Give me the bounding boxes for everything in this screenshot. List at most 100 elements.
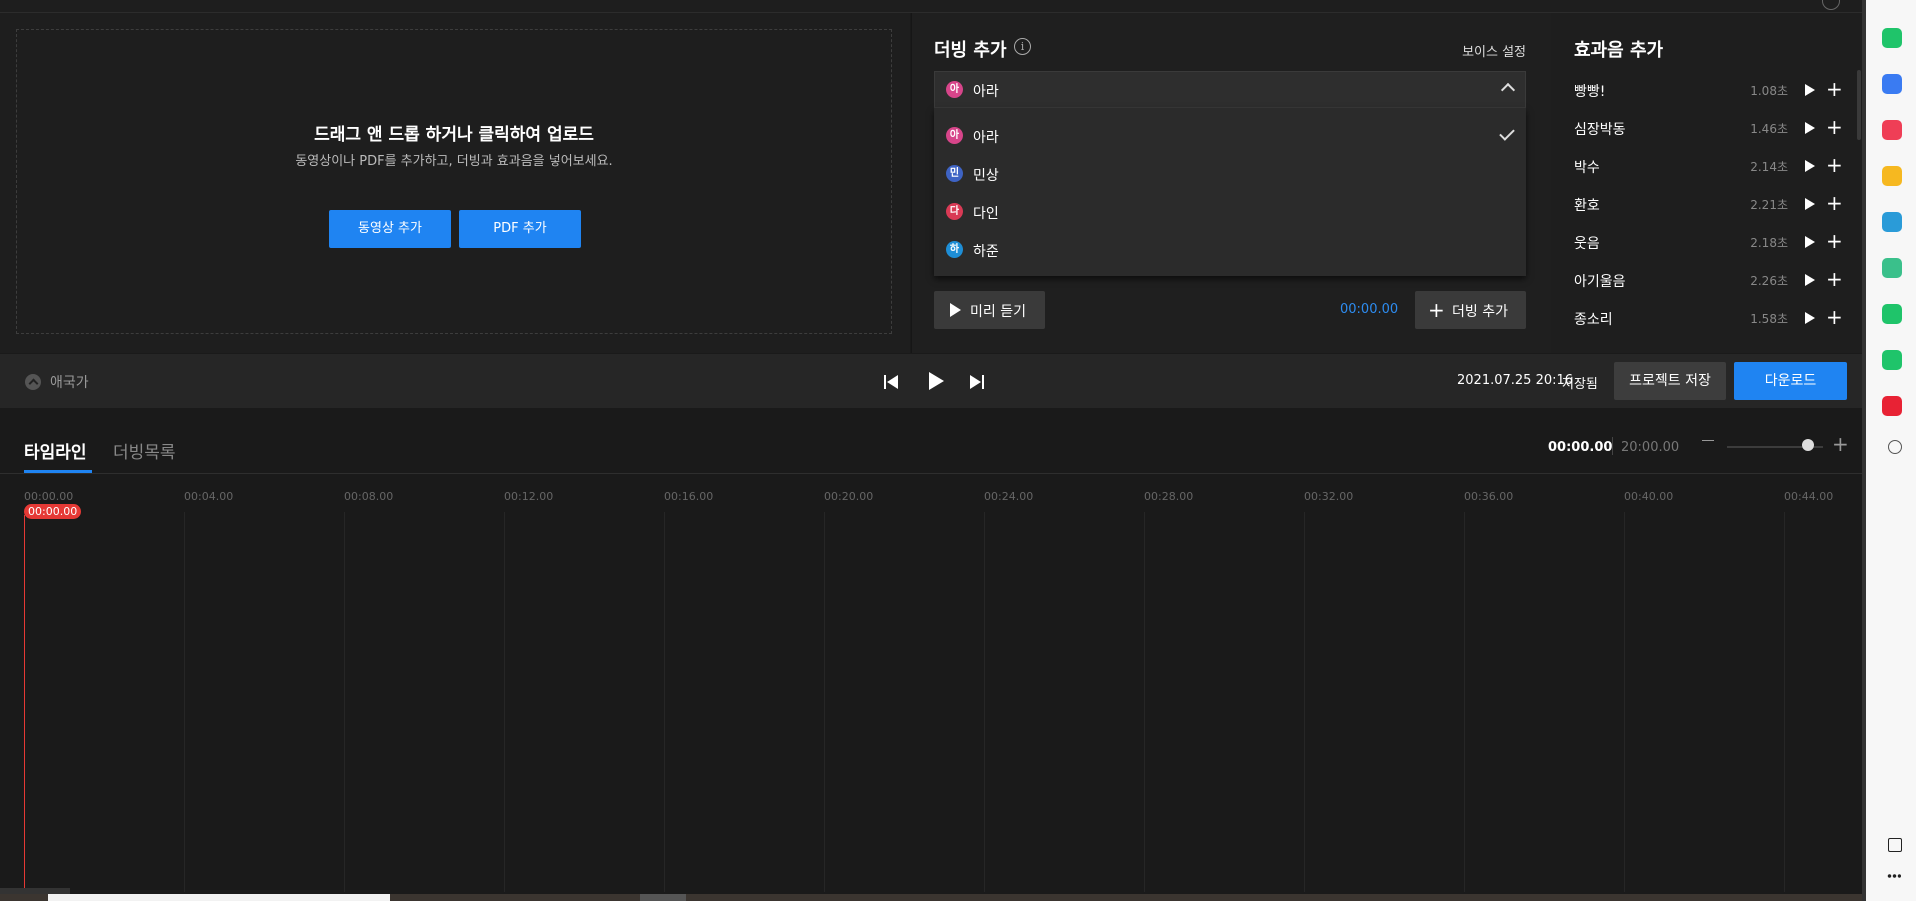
saved-status: 저장됨 [1562, 377, 1598, 392]
voice-option[interactable]: 아라 [973, 127, 999, 147]
timeline-tick-label: 00:44.00 [1784, 490, 1834, 503]
play-icon [950, 303, 961, 317]
saved-timestamp: 2021.07.25 20:16 [1457, 373, 1574, 388]
time-divider [1612, 437, 1613, 455]
plus-icon: + [1428, 298, 1445, 322]
preview-label: 미리 듣기 [970, 304, 1026, 320]
project-name[interactable]: 애국가 [50, 372, 89, 392]
split-view-icon[interactable] [1888, 838, 1902, 852]
play-icon[interactable] [1805, 122, 1815, 134]
timeline-gridline [1624, 512, 1625, 892]
edge-icon[interactable] [1882, 212, 1902, 232]
add-icon[interactable]: + [1826, 117, 1843, 137]
voice-option[interactable]: 하준 [973, 241, 999, 261]
add-video-button[interactable]: 동영상 추가 [329, 210, 451, 248]
timeline-gridline [1144, 512, 1145, 892]
sfx-duration: 1.08초 [1750, 84, 1788, 98]
timeline-gridline [184, 512, 185, 892]
sfx-name: 웃음 [1574, 236, 1600, 252]
timeline-gridline [1464, 512, 1465, 892]
bell-icon[interactable] [1882, 28, 1902, 48]
playhead-time[interactable]: 00:00.00 [24, 504, 82, 519]
sfx-duration: 2.26초 [1750, 274, 1788, 288]
timeline-tick-label: 00:40.00 [1624, 490, 1674, 503]
voice-dropdown [934, 108, 1526, 276]
play-circle-icon[interactable] [1882, 258, 1902, 278]
timeline-gridline [984, 512, 985, 892]
timeline-gridline [504, 512, 505, 892]
briefcase-icon[interactable] [1882, 74, 1902, 94]
sfx-name: 박수 [1574, 160, 1600, 176]
voice-setting-link[interactable]: 보이스 설정 [1440, 41, 1526, 60]
add-pdf-button[interactable]: PDF 추가 [459, 210, 581, 248]
voice-option[interactable]: 다인 [973, 203, 999, 223]
add-icon[interactable]: + [1826, 193, 1843, 213]
upload-dropzone[interactable] [16, 29, 892, 334]
save-project-button[interactable]: 프로젝트 저장 [1614, 362, 1726, 400]
active-tab-indicator [24, 470, 92, 473]
sfx-scrollbar[interactable] [1857, 70, 1861, 140]
line-works-icon[interactable] [1882, 304, 1902, 324]
upload-subtitle: 동영상이나 PDF를 추가하고, 더빙과 효과음을 넣어보세요. [295, 154, 613, 169]
taskbar-item[interactable] [48, 894, 390, 901]
pocket-icon[interactable] [1882, 120, 1902, 140]
timeline-total-time: 20:00.00 [1621, 440, 1680, 455]
add-icon[interactable]: + [1826, 79, 1843, 99]
line-icon[interactable] [1882, 350, 1902, 370]
tab-timeline[interactable]: 타임라인 [24, 438, 87, 463]
skip-next-icon[interactable] [970, 374, 984, 390]
voice-option[interactable]: 민상 [973, 165, 999, 185]
zoom-slider-handle[interactable] [1802, 439, 1814, 451]
timeline-gridline [664, 512, 665, 892]
sfx-duration: 2.18초 [1750, 236, 1788, 250]
timeline-tick-label: 00:08.00 [344, 490, 394, 503]
skip-previous-icon[interactable] [884, 374, 898, 390]
play-icon[interactable] [929, 372, 944, 390]
timeline-body[interactable] [0, 474, 1862, 894]
timeline-gridline [1304, 512, 1305, 892]
play-icon[interactable] [1805, 84, 1815, 96]
timeline-tick-label: 00:16.00 [664, 490, 714, 503]
zoom-out-icon[interactable] [1702, 440, 1714, 441]
timeline-gridline [344, 512, 345, 892]
timeline-tick-label: 00:12.00 [504, 490, 554, 503]
sfx-name: 환호 [1574, 198, 1600, 214]
dubbing-title: 더빙 추가 [934, 40, 1007, 61]
taskbar-item[interactable] [640, 894, 686, 901]
play-icon[interactable] [1805, 198, 1815, 210]
add-icon[interactable]: + [1826, 269, 1843, 289]
voice-avatar: 하 [946, 241, 963, 258]
sfx-name: 심장박동 [1574, 122, 1626, 138]
sfx-duration: 1.58초 [1750, 312, 1788, 326]
play-icon[interactable] [1805, 312, 1815, 324]
sfx-name: 종소리 [1574, 312, 1613, 328]
voice-select[interactable] [934, 71, 1526, 108]
add-icon[interactable]: + [1826, 307, 1843, 327]
add-icon[interactable] [1888, 440, 1902, 454]
voice-avatar: 아 [946, 81, 963, 98]
more-icon[interactable] [1887, 874, 1901, 878]
sfx-duration: 2.21초 [1750, 198, 1788, 212]
timeline-gridline [1784, 512, 1785, 892]
upload-title: 드래그 앤 드롭 하거나 클릭하여 업로드 [314, 125, 594, 145]
timeline-gridline [824, 512, 825, 892]
play-icon[interactable] [1805, 160, 1815, 172]
selected-voice-name: 아라 [973, 84, 999, 100]
top-strip [0, 0, 1862, 13]
sfx-name: 아기울음 [1574, 274, 1626, 290]
add-icon[interactable]: + [1826, 155, 1843, 175]
timeline-tick-label: 00:32.00 [1304, 490, 1354, 503]
info-icon[interactable]: i [1014, 38, 1031, 55]
add-icon[interactable]: + [1826, 231, 1843, 251]
play-icon[interactable] [1805, 274, 1815, 286]
tab-dubbing-list[interactable]: 더빙목록 [113, 438, 176, 463]
timeline-tick-label: 00:00.00 [24, 490, 74, 503]
zoom-in-icon[interactable]: + [1832, 434, 1849, 454]
star-icon[interactable] [1882, 166, 1902, 186]
sfx-duration: 1.46초 [1750, 122, 1788, 136]
timeline-tick-label: 00:36.00 [1464, 490, 1514, 503]
playhead[interactable] [24, 515, 25, 895]
download-button[interactable]: 다운로드 [1734, 362, 1847, 400]
now-icon[interactable] [1882, 396, 1902, 416]
play-icon[interactable] [1805, 236, 1815, 248]
